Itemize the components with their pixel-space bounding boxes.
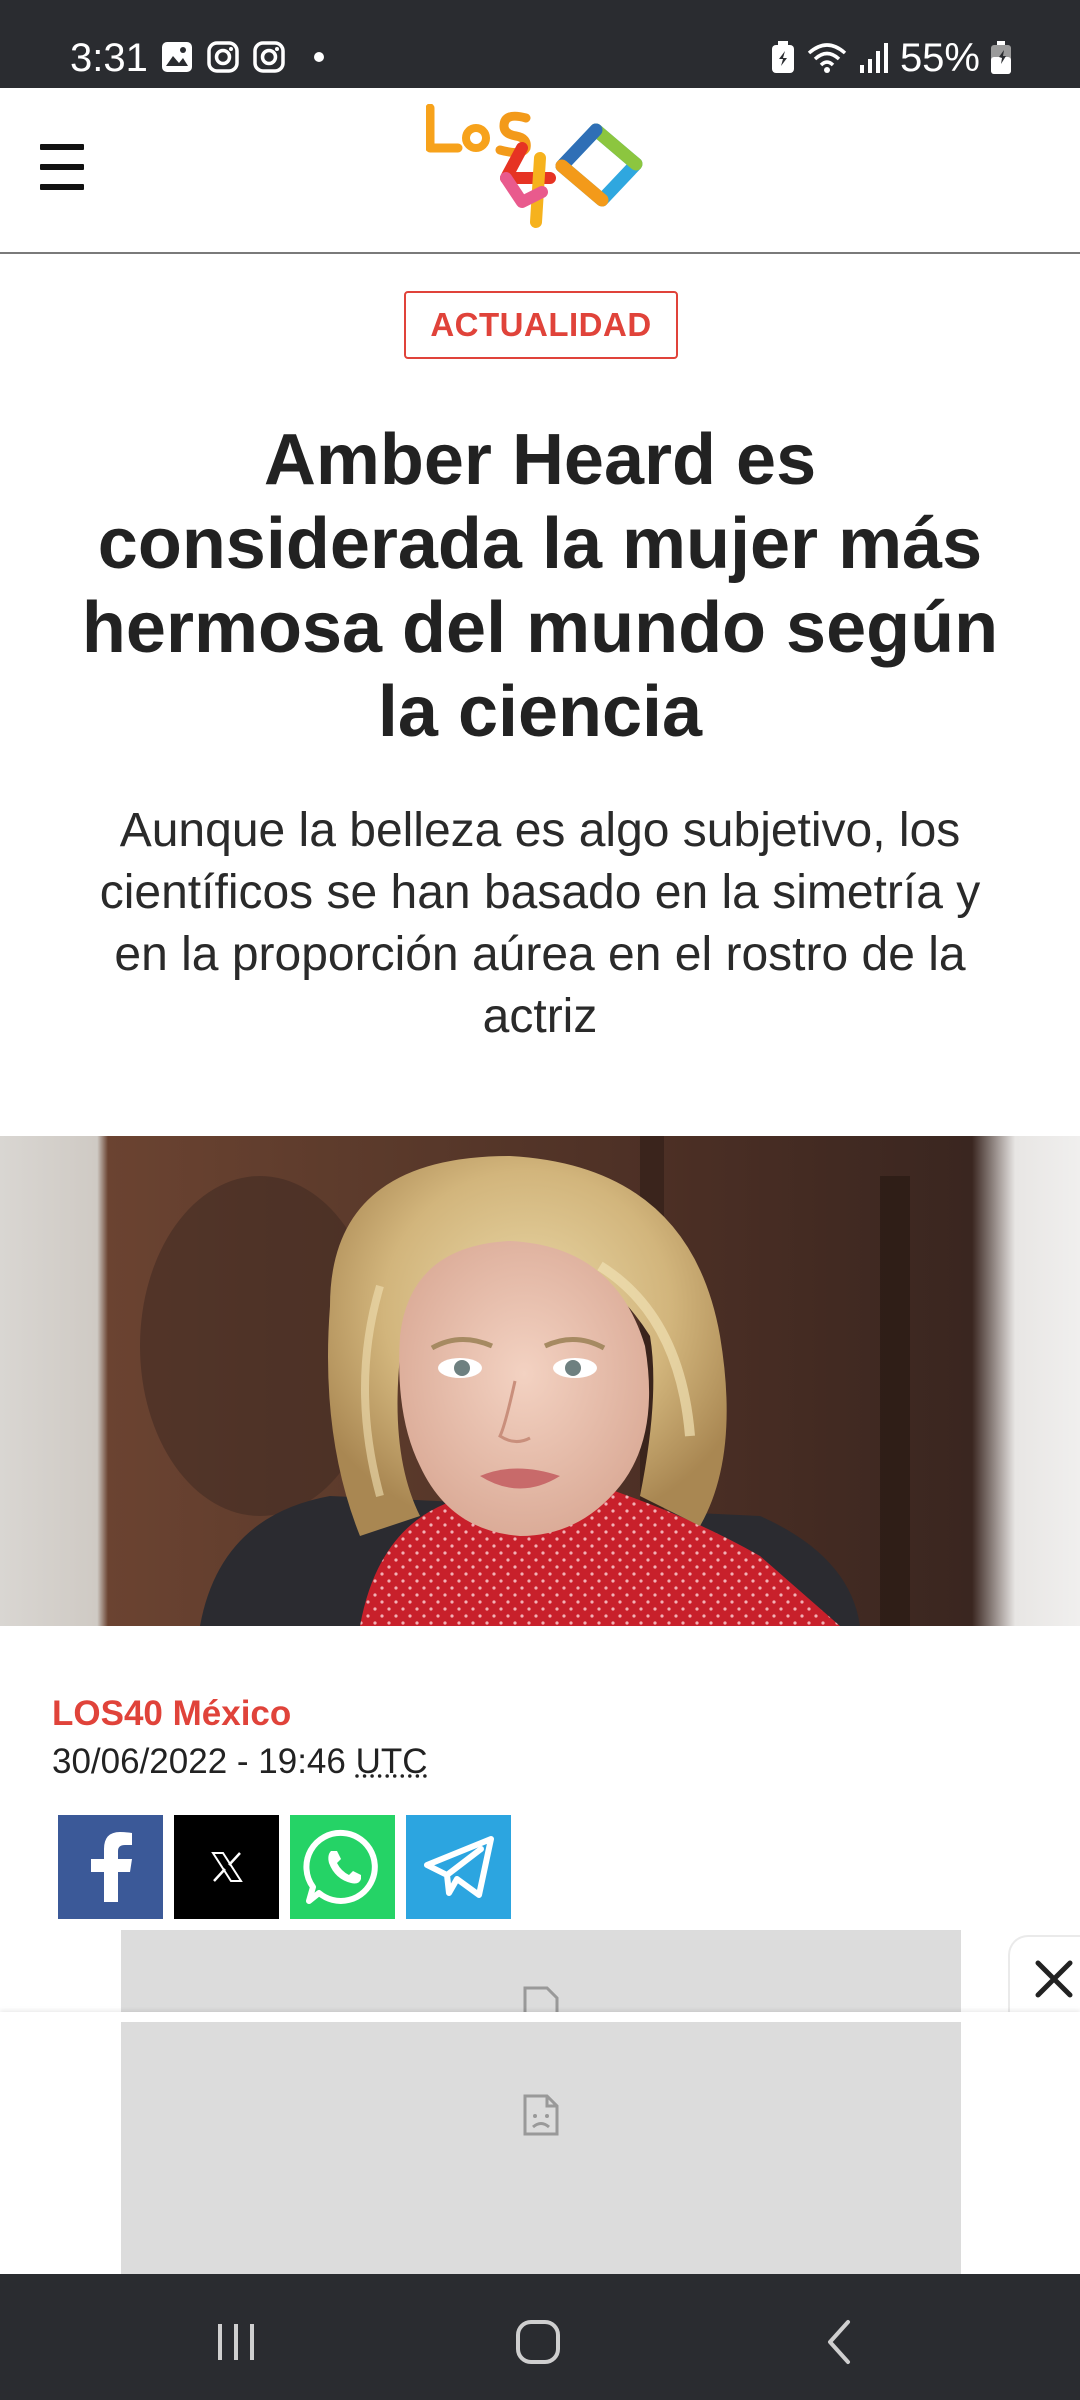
article-hero-photo[interactable] [0,1136,1080,1626]
category-badge[interactable]: ACTUALIDAD [404,291,678,359]
los40-logo[interactable] [426,104,656,234]
headline-line: considerada la mujer más [97,504,983,584]
article-source[interactable]: LOS40 México [52,1694,291,1734]
hamburger-menu-icon[interactable] [40,144,84,196]
facebook-share-button[interactable] [58,1815,163,1919]
share-buttons [58,1815,511,1919]
system-nav-bar [0,2274,1080,2400]
whatsapp-share-button[interactable] [290,1815,395,1919]
status-bar: 3:31 55% [0,0,1080,88]
status-system-icons: 55% [770,34,1012,82]
close-icon[interactable] [1032,1957,1076,2001]
status-notification-icons [160,40,324,74]
ad-placeholder[interactable] [121,2022,961,2274]
sticky-ad-banner [0,2012,1080,2274]
facebook-icon [90,1832,132,1902]
subheadline-line: científicos se han basado en la simetría… [99,866,981,919]
page: 3:31 55% ACTUALIDAD Amber Heard es consi… [0,0,1080,2400]
portrait-photo [0,1136,1080,1626]
status-time: 3:31 [70,36,148,80]
broken-image-icon [523,2094,559,2136]
article-subheadline: Aunque la belleza es algo subjetivo, los… [50,800,1030,1048]
wifi-icon [807,43,847,73]
ad-placeholder[interactable] [121,1930,961,2014]
back-icon[interactable] [810,2312,870,2372]
x-icon [210,1852,243,1882]
battery-icon [991,41,1011,74]
article-date: 30/06/2022 - 19:46 UTC [52,1742,428,1782]
recent-apps-icon[interactable] [206,2312,266,2372]
timezone-abbr: UTC [355,1742,428,1781]
whatsapp-icon [302,1829,378,1904]
gallery-icon [162,42,192,72]
ad-close-tab[interactable] [1008,1935,1080,2019]
instagram-icon [207,41,239,73]
headline-line: Amber Heard es [263,420,817,500]
telegram-share-button[interactable] [406,1815,511,1919]
broken-image-icon [523,1986,559,2014]
subheadline-line: en la proporción aúrea en el rostro de l… [114,928,966,981]
dot-icon [314,52,324,62]
telegram-icon [423,1836,494,1898]
subheadline-line: Aunque la belleza es algo subjetivo, los [119,804,961,857]
home-icon[interactable] [508,2312,568,2372]
headline-line: hermosa del mundo según [81,588,999,668]
site-header [0,88,1080,254]
x-share-button[interactable] [174,1815,279,1919]
battery-saver-icon [771,41,794,73]
battery-percentage: 55% [899,36,980,80]
instagram-icon [253,41,285,73]
headline-line: la ciencia [377,672,703,752]
date-text: 30/06/2022 - 19:46 [52,1742,356,1781]
signal-icon [859,43,888,73]
subheadline-line: actriz [482,990,598,1043]
article-headline: Amber Heard es considerada la mujer más … [40,418,1040,754]
